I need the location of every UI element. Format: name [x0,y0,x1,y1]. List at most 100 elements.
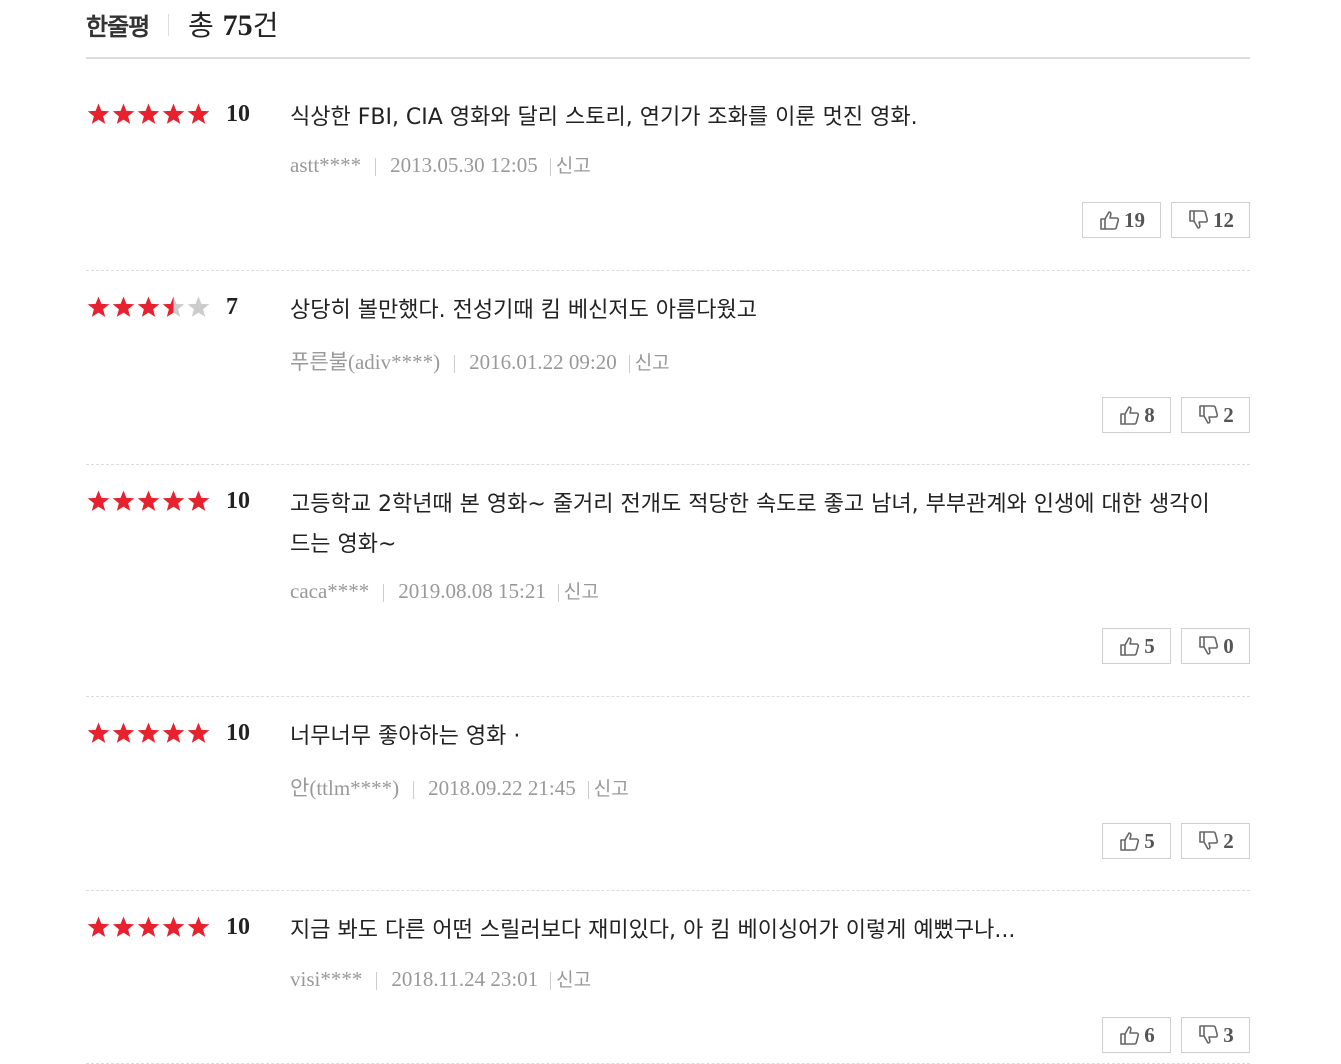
like-button[interactable]: 6 [1102,1017,1171,1053]
review-author: astt**** [290,153,362,177]
star-icon [137,722,160,743]
vote-buttons: 8 2 [1102,397,1250,433]
report-link[interactable]: 신고 [556,155,591,177]
star-icon [137,296,160,317]
dislike-button[interactable]: 3 [1181,1017,1250,1053]
star-icon [87,722,110,743]
rating-score: 10 [226,488,250,514]
star-icon [112,490,135,511]
review-list: 10 식상한 FBI, CIA 영화와 달리 스토리, 연기가 조화를 이룬 멋… [86,59,1250,1064]
vote-buttons: 6 3 [1102,1017,1250,1053]
dislike-button[interactable]: 0 [1181,628,1250,664]
review-text: 너무너무 좋아하는 영화 · [290,724,521,749]
meta-divider [549,158,551,177]
meta-divider [376,972,378,991]
star-icon [187,103,210,124]
star-icon [87,103,110,124]
star-rating [86,295,211,319]
like-button[interactable]: 5 [1102,823,1171,859]
like-count: 5 [1144,828,1155,853]
thumbs-down-icon [1199,831,1219,850]
dislike-button[interactable]: 2 [1181,823,1250,859]
star-icon [162,490,185,511]
review-date: 2013.05.30 12:05 [390,153,538,177]
rating-score: 10 [226,914,250,940]
dislike-count: 2 [1223,828,1234,853]
review-text: 식상한 FBI, CIA 영화와 달리 스토리, 연기가 조화를 이룬 멋진 영… [290,105,918,130]
header-divider [168,14,169,36]
report-link[interactable]: 신고 [556,969,591,991]
vote-buttons: 19 12 [1082,202,1250,238]
meta-divider [375,158,377,177]
review-meta: 푸른불(adiv****) 2016.01.22 09:20 신고 [290,346,670,376]
thumbs-up-icon [1120,406,1140,425]
star-icon [162,296,185,317]
review-date: 2018.09.22 21:45 [428,776,576,800]
dislike-count: 0 [1223,633,1234,658]
rating-score: 10 [226,720,250,746]
star-icon [112,296,135,317]
dislike-button[interactable]: 12 [1171,202,1250,238]
meta-divider [454,355,456,374]
like-count: 6 [1144,1022,1155,1047]
review-author: caca**** [290,579,370,603]
star-icon [87,490,110,511]
star-rating [86,102,211,126]
like-button[interactable]: 19 [1082,202,1161,238]
review-item: 10 고등학교 2학년때 본 영화~ 줄거리 전개도 적당한 속도로 좋고 남녀… [86,465,1250,697]
thumbs-down-icon [1199,636,1219,655]
review-author: visi**** [290,967,363,991]
star-icon [112,722,135,743]
review-date: 2019.08.08 15:21 [398,579,546,603]
vote-buttons: 5 0 [1102,628,1250,664]
thumbs-down-icon [1199,1025,1219,1044]
like-count: 19 [1124,207,1145,232]
total-suffix: 건 [252,9,279,42]
star-icon [187,916,210,937]
review-meta: caca**** 2019.08.08 15:21 신고 [290,577,599,604]
star-icon [187,490,210,511]
like-button[interactable]: 8 [1102,397,1171,433]
report-link[interactable]: 신고 [564,581,599,603]
review-author: 푸른불(adiv****) [290,350,441,374]
thumbs-up-icon [1100,211,1120,230]
review-meta: visi**** 2018.11.24 23:01 신고 [290,965,591,992]
star-icon [87,916,110,937]
dislike-count: 2 [1223,402,1234,427]
dislike-count: 3 [1223,1022,1234,1047]
review-meta: 안(ttlm****) 2018.09.22 21:45 신고 [290,772,629,802]
star-icon [162,103,185,124]
total-number: 75 [222,9,253,42]
meta-divider [628,355,630,374]
vote-buttons: 5 2 [1102,823,1250,859]
report-link[interactable]: 신고 [594,778,629,800]
like-count: 8 [1144,402,1155,427]
star-icon [187,722,210,743]
thumbs-down-icon [1199,405,1219,424]
review-text: 고등학교 2학년때 본 영화~ 줄거리 전개도 적당한 속도로 좋고 남녀, 부… [290,492,1210,557]
star-icon [87,296,110,317]
star-icon [112,103,135,124]
review-date: 2018.11.24 23:01 [391,967,539,991]
star-icon [137,103,160,124]
report-link[interactable]: 신고 [635,352,670,374]
star-icon [187,296,210,317]
section-title: 한줄평 [86,13,150,41]
review-text: 상당히 볼만했다. 전성기때 킴 베신저도 아름다웠고 [290,298,758,323]
star-icon [112,916,135,937]
review-item: 10 지금 봐도 다른 어떤 스릴러보다 재미있다, 아 킴 베이싱어가 이렇게… [86,891,1250,1064]
review-author: 안(ttlm****) [290,776,400,800]
star-icon [162,916,185,937]
star-rating [86,721,211,745]
meta-divider [383,584,385,603]
star-icon [137,490,160,511]
total-prefix: 총 [188,9,223,42]
rating-score: 10 [226,101,250,127]
total-count: 총 75건 [188,4,278,44]
thumbs-down-icon [1189,210,1209,229]
review-item: 10 식상한 FBI, CIA 영화와 달리 스토리, 연기가 조화를 이룬 멋… [86,59,1250,271]
like-button[interactable]: 5 [1102,628,1171,664]
thumbs-up-icon [1120,637,1140,656]
review-item: 10 너무너무 좋아하는 영화 · 안(ttlm****) 2018.09.22 … [86,697,1250,891]
dislike-button[interactable]: 2 [1181,397,1250,433]
